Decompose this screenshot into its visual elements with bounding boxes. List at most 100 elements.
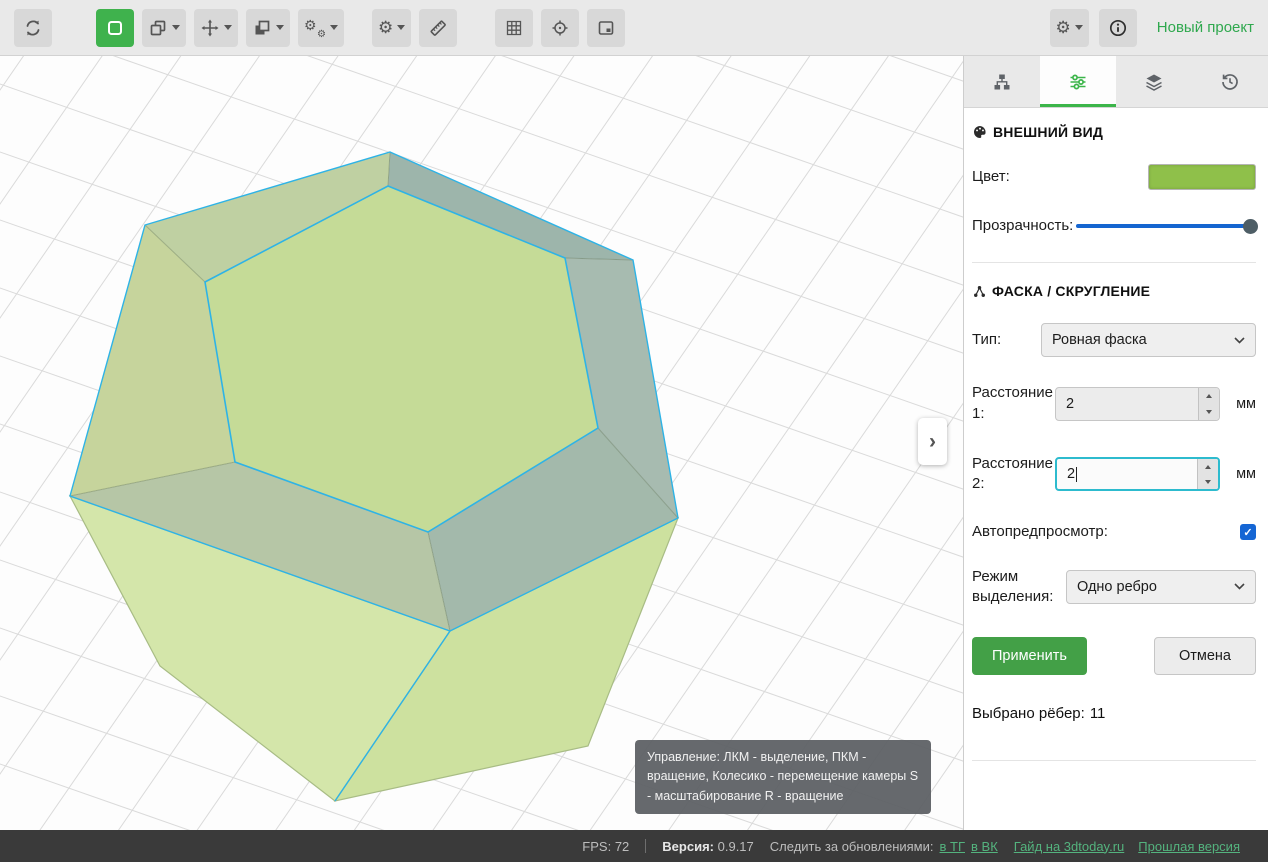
distance-1-row: Расстояние 1: 2 мм bbox=[972, 383, 1256, 424]
controls-tooltip: Управление: ЛКМ - выделение, ПКМ - враще… bbox=[635, 740, 931, 814]
color-row: Цвет: bbox=[972, 164, 1256, 190]
distance-2-unit: мм bbox=[1230, 466, 1256, 482]
slider-thumb[interactable] bbox=[1243, 219, 1258, 234]
triangle-up-icon bbox=[1206, 394, 1212, 398]
ruler-icon bbox=[428, 18, 448, 38]
distance-2-input[interactable]: 2 bbox=[1055, 457, 1220, 491]
triangle-down-icon bbox=[1206, 410, 1212, 414]
duplicate-tool-dropdown[interactable] bbox=[142, 9, 186, 47]
selection-mode-row: Режим выделения: Одно ребро bbox=[972, 567, 1256, 608]
tab-history[interactable] bbox=[1192, 56, 1268, 107]
info-button[interactable] bbox=[1099, 9, 1137, 47]
spin-down-button[interactable] bbox=[1199, 404, 1219, 420]
chevron-down-icon bbox=[1075, 25, 1083, 30]
slider-track[interactable] bbox=[1076, 224, 1256, 228]
spin-down-button[interactable] bbox=[1198, 474, 1218, 489]
spin-up-button[interactable] bbox=[1199, 388, 1219, 404]
spin-up-button[interactable] bbox=[1198, 459, 1218, 474]
color-label: Цвет: bbox=[972, 167, 1010, 187]
distance-1-unit: мм bbox=[1230, 396, 1256, 412]
info-icon bbox=[1108, 18, 1128, 38]
nodes-icon bbox=[972, 284, 987, 299]
sliders-icon bbox=[1068, 72, 1088, 92]
viewport: Управление: ЛКМ - выделение, ПКМ - враще… bbox=[0, 56, 963, 830]
color-swatch[interactable] bbox=[1148, 164, 1256, 190]
grid-icon bbox=[504, 18, 524, 38]
tools-settings-dropdown[interactable]: ⚙ bbox=[372, 9, 411, 47]
vk-link[interactable]: в ВК bbox=[971, 839, 998, 854]
telegram-link[interactable]: в ТГ bbox=[940, 839, 966, 854]
version-info: Версия: 0.9.17 bbox=[662, 839, 753, 854]
boolean-stack-icon bbox=[252, 18, 272, 38]
sync-icon bbox=[23, 18, 43, 38]
selected-edges-status: Выбрано рёбер: 11 bbox=[972, 705, 1256, 722]
autopreview-label: Автопредпросмотр: bbox=[972, 522, 1108, 542]
selection-mode-select[interactable]: Одно ребро bbox=[1066, 570, 1256, 604]
history-icon bbox=[1220, 72, 1240, 92]
new-project-link[interactable]: Новый проект bbox=[1157, 19, 1254, 36]
measure-tool-button[interactable] bbox=[419, 9, 457, 47]
panel-tabs bbox=[964, 56, 1268, 108]
triangle-down-icon bbox=[1205, 480, 1211, 484]
cancel-button[interactable]: Отмена bbox=[1154, 637, 1256, 675]
section-divider bbox=[972, 262, 1256, 263]
view-settings-dropdown[interactable]: ⚙ bbox=[1050, 9, 1089, 47]
statusbar-divider bbox=[645, 839, 646, 853]
autopreview-checkbox[interactable]: ✓ bbox=[1240, 524, 1256, 540]
layers-icon bbox=[1144, 72, 1164, 92]
distance-2-label: Расстояние 2: bbox=[972, 454, 1054, 495]
chevron-down-icon bbox=[397, 25, 405, 30]
origin-toggle-button[interactable] bbox=[541, 9, 579, 47]
properties-panel: ВНЕШНИЙ ВИД Цвет: Прозрачность: bbox=[963, 56, 1268, 830]
autopreview-row: Автопредпросмотр: ✓ bbox=[972, 522, 1256, 542]
panel-body: ВНЕШНИЙ ВИД Цвет: Прозрачность: bbox=[964, 108, 1268, 781]
frame-view-button[interactable] bbox=[587, 9, 625, 47]
chevron-down-icon bbox=[1234, 337, 1245, 344]
app-window: ⚙ ⚙ ⚙ bbox=[0, 0, 1268, 862]
toolbar-right-group: ⚙ Новый проект bbox=[1040, 9, 1254, 47]
gear-icon: ⚙ bbox=[1056, 19, 1071, 36]
opacity-label: Прозрачность: bbox=[972, 216, 1073, 236]
text-cursor bbox=[1076, 467, 1077, 482]
status-bar: FPS: 72 Версия: 0.9.17 Следить за обновл… bbox=[0, 830, 1268, 862]
section-divider bbox=[972, 760, 1256, 761]
chamfer-type-select[interactable]: Ровная фаска bbox=[1041, 323, 1256, 357]
panel-collapse-button[interactable]: › bbox=[918, 418, 947, 465]
sync-button[interactable] bbox=[14, 9, 52, 47]
structure-icon bbox=[992, 72, 1012, 92]
selection-mode-label: Режим выделения: bbox=[972, 567, 1060, 608]
3d-canvas[interactable] bbox=[0, 56, 963, 830]
frame-icon bbox=[596, 18, 616, 38]
tab-layers[interactable] bbox=[1116, 56, 1192, 107]
select-tool-button[interactable] bbox=[96, 9, 134, 47]
apply-button[interactable]: Применить bbox=[972, 637, 1087, 675]
grid-toggle-button[interactable] bbox=[495, 9, 533, 47]
distance-2-spinner bbox=[1197, 459, 1218, 489]
statusbar-links: Гайд на 3dtoday.ru Прошлая версия bbox=[1014, 839, 1240, 854]
duplicate-icon bbox=[148, 18, 168, 38]
appearance-section-header: ВНЕШНИЙ ВИД bbox=[972, 124, 1256, 140]
gears-icon: ⚙ ⚙ bbox=[304, 18, 326, 38]
tab-structure[interactable] bbox=[964, 56, 1040, 107]
select-square-icon bbox=[105, 18, 125, 38]
move-arrows-icon bbox=[200, 18, 220, 38]
top-toolbar: ⚙ ⚙ ⚙ bbox=[0, 0, 1268, 56]
distance-1-spinner bbox=[1198, 388, 1219, 420]
tab-properties[interactable] bbox=[1040, 56, 1116, 107]
chevron-down-icon bbox=[172, 25, 180, 30]
chevron-down-icon bbox=[1234, 583, 1245, 590]
opacity-row: Прозрачность: bbox=[972, 216, 1256, 236]
chamfer-type-row: Тип: Ровная фаска bbox=[972, 323, 1256, 357]
chevron-down-icon bbox=[330, 25, 338, 30]
boolean-tool-dropdown[interactable] bbox=[246, 9, 290, 47]
palette-icon bbox=[972, 124, 988, 140]
follow-updates: Следить за обновлениями: в ТГ в ВК bbox=[770, 839, 998, 854]
previous-version-link[interactable]: Прошлая версия bbox=[1138, 839, 1240, 854]
fps-counter: FPS: 72 bbox=[582, 839, 629, 854]
distance-1-input[interactable]: 2 bbox=[1055, 387, 1220, 421]
modifiers-dropdown[interactable]: ⚙ ⚙ bbox=[298, 9, 344, 47]
transform-tool-dropdown[interactable] bbox=[194, 9, 238, 47]
guide-link[interactable]: Гайд на 3dtoday.ru bbox=[1014, 839, 1125, 854]
opacity-slider[interactable] bbox=[1076, 218, 1256, 234]
chevron-right-icon: › bbox=[929, 430, 936, 454]
